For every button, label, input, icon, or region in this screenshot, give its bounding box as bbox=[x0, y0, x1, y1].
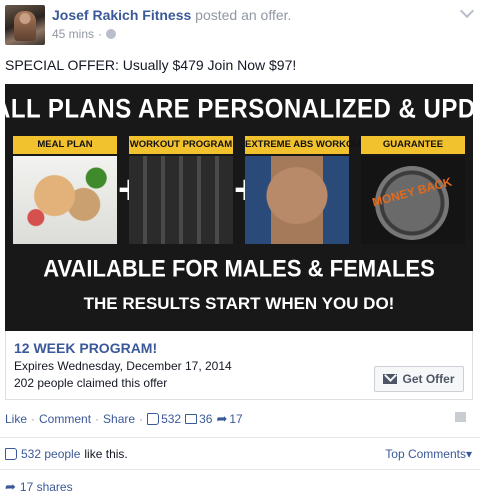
likes-count[interactable]: 532 bbox=[147, 412, 181, 426]
likes-summary: 532 people like this. bbox=[5, 447, 128, 461]
dumbbells-photo bbox=[129, 156, 233, 244]
offer-expiry: Expires Wednesday, December 17, 2014 bbox=[14, 359, 232, 373]
likes-suffix: like this. bbox=[84, 447, 128, 461]
tile-label: EXTREME ABS WORKOUT bbox=[245, 136, 366, 154]
banner-tiles: MEAL PLAN + WORKOUT PROGRAM + EXTREME AB… bbox=[13, 136, 465, 244]
mail-icon bbox=[383, 374, 398, 384]
post-timestamp[interactable]: 45 mins bbox=[52, 27, 94, 41]
comment-icon bbox=[185, 414, 198, 424]
shares-count[interactable]: ➦ 17 bbox=[216, 412, 242, 426]
like-icon bbox=[147, 413, 160, 425]
divider bbox=[0, 437, 480, 438]
flag-icon[interactable] bbox=[455, 412, 466, 422]
banner-tagline: THE RESULTS START WHEN YOU DO! bbox=[83, 294, 395, 313]
abs-photo bbox=[245, 156, 349, 244]
shares-summary[interactable]: ➦ 17 shares bbox=[5, 480, 73, 494]
offer-details: 12 WEEK PROGRAM! Expires Wednesday, Dece… bbox=[5, 331, 473, 400]
banner-subheadline: AVAILABLE FOR MALES & FEMALES bbox=[43, 254, 435, 283]
offer-claim-count: 202 people claimed this offer bbox=[14, 376, 168, 390]
share-link[interactable]: Share bbox=[103, 412, 135, 426]
tile-label: GUARANTEE bbox=[361, 136, 465, 154]
comments-count[interactable]: 36 bbox=[185, 412, 212, 426]
author-avatar[interactable] bbox=[5, 5, 45, 45]
get-offer-label: Get Offer bbox=[402, 372, 455, 386]
post-actions: Like · Comment · Share · 532 36 ➦ 17 bbox=[5, 411, 243, 426]
caret-down-icon: ▾ bbox=[465, 447, 472, 461]
tile-workout-program: WORKOUT PROGRAM bbox=[129, 136, 233, 244]
tile-label: MEAL PLAN bbox=[13, 136, 117, 154]
share-icon: ➦ bbox=[5, 479, 16, 494]
get-offer-button[interactable]: Get Offer bbox=[374, 366, 464, 392]
comment-link[interactable]: Comment bbox=[39, 412, 91, 426]
like-link[interactable]: Like bbox=[5, 412, 27, 426]
chevron-down-icon[interactable] bbox=[459, 3, 475, 19]
offer-banner-image[interactable]: ALL PLANS ARE PERSONALIZED & UPDATED MON… bbox=[5, 84, 473, 331]
author-name[interactable]: Josef Rakich Fitness bbox=[52, 7, 191, 23]
post-header: Josef Rakich Fitness posted an offer. bbox=[52, 7, 291, 23]
tile-meal-plan: MEAL PLAN bbox=[13, 136, 117, 244]
post-message: SPECIAL OFFER: Usually $479 Join Now $97… bbox=[5, 57, 297, 73]
tile-abs-workout: EXTREME ABS WORKOUT bbox=[245, 136, 366, 244]
tile-guarantee: GUARANTEE MONEY BACK bbox=[361, 136, 465, 244]
offer-title[interactable]: 12 WEEK PROGRAM! bbox=[14, 340, 157, 356]
top-comments-dropdown[interactable]: Top Comments▾ bbox=[385, 447, 472, 461]
tile-label: WORKOUT PROGRAM bbox=[129, 136, 233, 154]
offer-post: Josef Rakich Fitness posted an offer. 45… bbox=[0, 0, 480, 500]
like-icon bbox=[5, 448, 17, 460]
post-action-text: posted an offer. bbox=[195, 7, 292, 23]
meal-photo bbox=[13, 156, 117, 244]
banner-headline: ALL PLANS ARE PERSONALIZED & UPDATED MON… bbox=[5, 94, 473, 125]
likes-people-link[interactable]: 532 people bbox=[21, 447, 80, 461]
globe-icon[interactable] bbox=[106, 29, 117, 39]
post-meta: 45 mins · bbox=[52, 27, 117, 41]
share-icon: ➦ bbox=[216, 411, 228, 426]
divider bbox=[0, 469, 480, 470]
